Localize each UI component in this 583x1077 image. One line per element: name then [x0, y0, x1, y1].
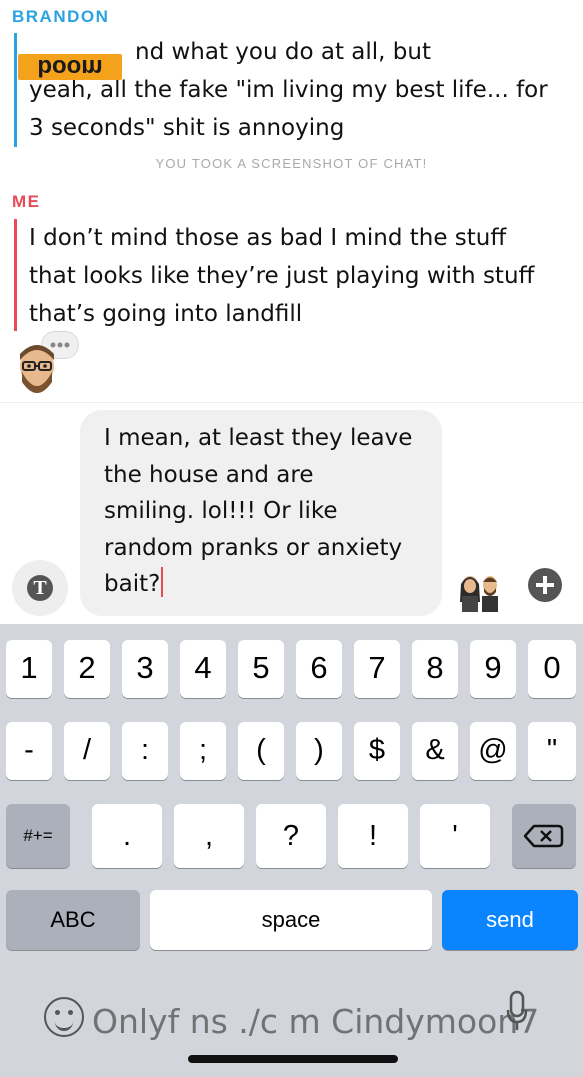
key-semicolon[interactable]: ;: [180, 722, 226, 780]
message-line: I don’t mind those as bad I mind the stu…: [29, 225, 507, 251]
key-quote[interactable]: ": [528, 722, 576, 780]
key-1[interactable]: 1: [6, 640, 52, 698]
key-0[interactable]: 0: [528, 640, 576, 698]
key-exclamation[interactable]: !: [338, 804, 408, 868]
screenshot-notice: YOU TOOK A SCREENSHOT OF CHAT!: [155, 156, 428, 171]
key-period[interactable]: .: [92, 804, 162, 868]
message-brandon: xnd what you do at all, but yeah, all th…: [14, 33, 569, 147]
key-ampersand[interactable]: &: [412, 722, 458, 780]
key-9[interactable]: 9: [470, 640, 516, 698]
key-dollar[interactable]: $: [354, 722, 400, 780]
key-comma[interactable]: ,: [174, 804, 244, 868]
input-line: the house and are: [104, 461, 314, 488]
home-indicator[interactable]: [188, 1055, 398, 1063]
key-5[interactable]: 5: [238, 640, 284, 698]
key-slash[interactable]: /: [64, 722, 110, 780]
send-key[interactable]: send: [442, 890, 578, 950]
input-line: random pranks or anxiety: [104, 534, 403, 561]
bitmoji-button[interactable]: [456, 572, 504, 612]
key-at[interactable]: @: [470, 722, 516, 780]
text-tool-button[interactable]: T: [12, 560, 68, 616]
input-line: smiling. lol!!! Or like: [104, 498, 338, 524]
input-line: I mean, at least they leave: [104, 425, 413, 451]
message-line: that looks like they’re just playing wit…: [29, 263, 535, 289]
key-6[interactable]: 6: [296, 640, 342, 698]
key-4[interactable]: 4: [180, 640, 226, 698]
message-line-text: nd what you do at all, but: [135, 39, 431, 65]
backspace-icon: [523, 824, 564, 848]
key-colon[interactable]: :: [122, 722, 168, 780]
key-more-symbols[interactable]: #+=: [6, 804, 70, 868]
message-line: that’s going into landfill: [29, 301, 303, 327]
sticker-boom: boom: [18, 54, 122, 81]
sender-label-me: ME: [12, 192, 41, 211]
space-key[interactable]: space: [150, 890, 432, 950]
key-8[interactable]: 8: [412, 640, 458, 698]
message-line: 3 seconds" shit is annoying: [29, 115, 345, 141]
sender-label-brandon: BRANDON: [12, 7, 110, 26]
message-input-text[interactable]: I mean, at least they leave the house an…: [104, 420, 434, 603]
watermark-text: Onlyf ns ./c m Cindymoon7: [92, 1002, 540, 1041]
key-open-paren[interactable]: (: [238, 722, 284, 780]
bitmoji-avatar[interactable]: [12, 338, 62, 400]
key-3[interactable]: 3: [122, 640, 168, 698]
key-close-paren[interactable]: ): [296, 722, 342, 780]
text-tool-icon: T: [27, 575, 53, 601]
message-me: I don’t mind those as bad I mind the stu…: [14, 219, 569, 331]
key-7[interactable]: 7: [354, 640, 400, 698]
key-question[interactable]: ?: [256, 804, 326, 868]
input-line: bait?: [104, 566, 434, 603]
text-cursor: [161, 567, 164, 597]
emoji-icon[interactable]: [44, 997, 84, 1037]
backspace-key[interactable]: [512, 804, 576, 868]
abc-key[interactable]: ABC: [6, 890, 140, 950]
add-attachment-icon[interactable]: [528, 568, 562, 602]
key-apostrophe[interactable]: ': [420, 804, 490, 868]
input-line-text: bait?: [104, 571, 161, 597]
key-hyphen[interactable]: -: [6, 722, 52, 780]
key-2[interactable]: 2: [64, 640, 110, 698]
